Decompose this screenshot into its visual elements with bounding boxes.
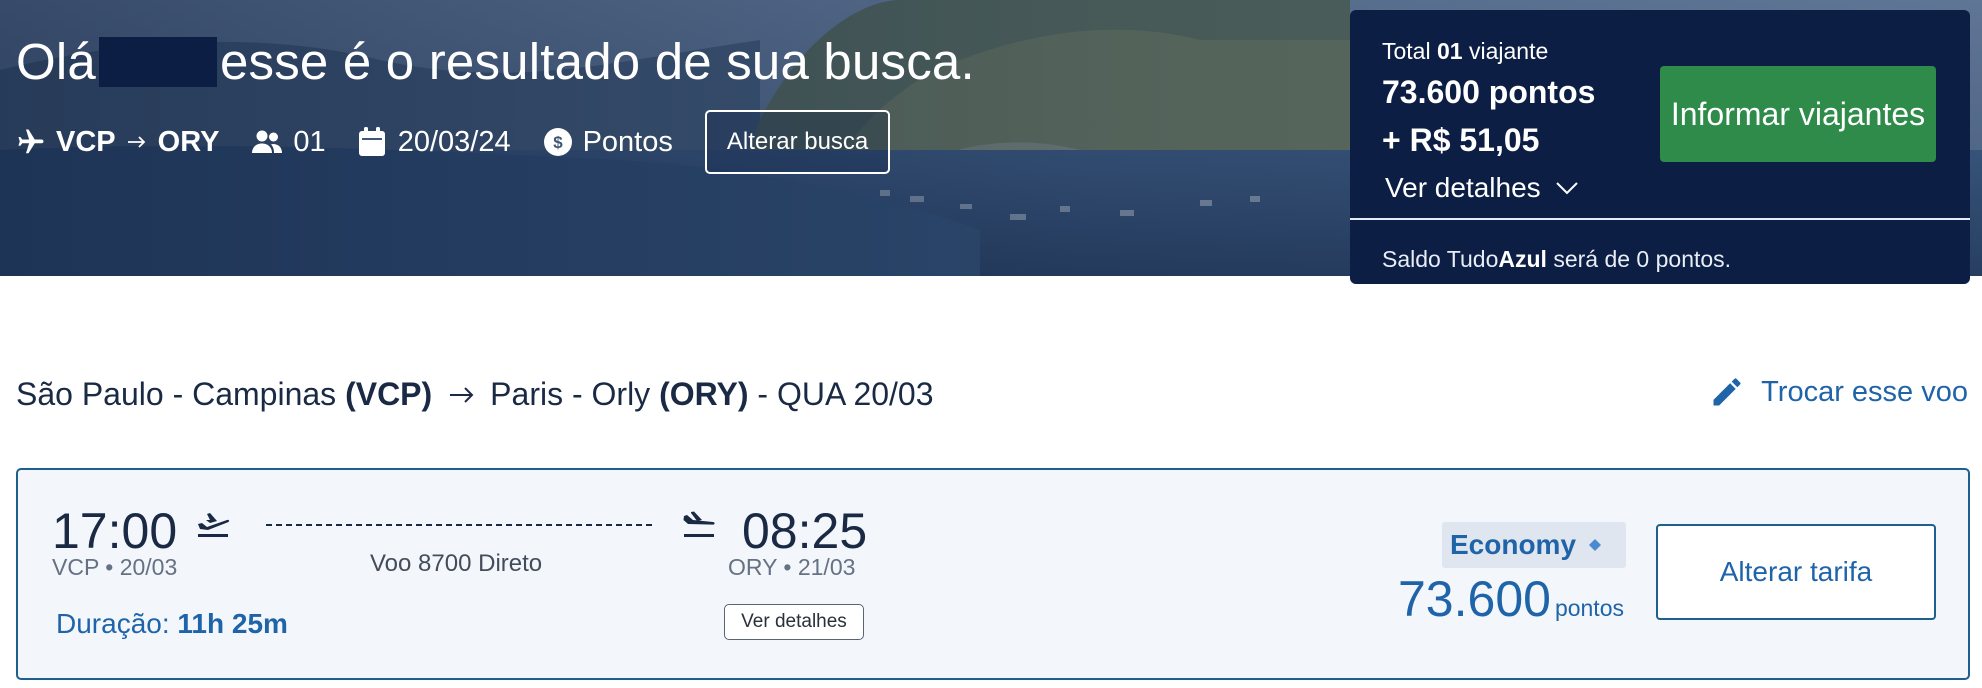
total-suffix: viajante (1468, 38, 1549, 64)
swap-flight-link[interactable]: Trocar esse voo (1709, 374, 1968, 410)
summary-divider (1350, 218, 1970, 220)
destination-code: ORY (157, 125, 220, 158)
flight-details-button[interactable]: Ver detalhes (724, 604, 864, 640)
route-arrow (448, 385, 476, 405)
saldo-prefix: Saldo Tudo (1382, 246, 1499, 272)
pencil-icon (1713, 378, 1741, 406)
arrow-right-icon (450, 386, 474, 403)
destination-city: Paris - Orly (490, 376, 651, 412)
calendar-icon (358, 127, 385, 156)
route-date: - QUA 20/03 (757, 376, 934, 412)
departure-time: 17:00 (52, 503, 178, 559)
duration-value: 11h 25m (177, 608, 288, 639)
airplane-icon (18, 129, 44, 154)
page-title: Olá esse é o resultado de sua busca. (16, 32, 975, 91)
price-unit: pontos (1554, 595, 1624, 621)
route-heading: São Paulo - Campinas (VCP) Paris - Orly … (16, 376, 934, 413)
route-summary: VCP ORY (16, 126, 219, 159)
flight-card[interactable]: 17:00 08:25 VCP • 20/03 Voo 8700 Direto … (16, 468, 1970, 680)
search-summary: VCP ORY 01 20/03/24 $ Pontos Alterar bus… (16, 110, 891, 174)
svg-text:$: $ (553, 133, 563, 152)
greeting-prefix: Olá (16, 33, 96, 90)
flight-number: Voo 8700 Direto (370, 550, 543, 577)
price-value: 73.600 (1398, 571, 1551, 627)
fare-class: Economy (1450, 529, 1577, 560)
fare-price: 73.600 pontos (1398, 570, 1624, 628)
total-prefix: Total (1382, 38, 1431, 64)
passenger-count: 01 (293, 125, 326, 158)
balance-note: Saldo TudoAzul será de 0 pontos. (1382, 246, 1731, 273)
duration-label: Duração: (56, 608, 170, 639)
search-date: 20/03/24 (397, 125, 511, 158)
origin-code: VCP (56, 125, 116, 158)
swap-flight-label: Trocar esse voo (1761, 375, 1968, 408)
alter-search-button[interactable]: Alterar busca (704, 110, 891, 174)
summary-details-label: Ver detalhes (1385, 172, 1541, 203)
total-travelers: Total 01 viajante (1382, 38, 1548, 65)
arrival-time: 08:25 (742, 503, 868, 559)
people-icon (252, 130, 283, 153)
takeoff-icon (198, 513, 230, 537)
landing-icon (683, 511, 715, 537)
coin-dollar-icon: $ (543, 128, 572, 156)
summary-details-toggle[interactable]: Ver detalhes (1385, 172, 1579, 204)
payment-type: Pontos (582, 125, 673, 158)
total-points: 73.600 pontos (1382, 74, 1596, 110)
origin-city: São Paulo - Campinas (16, 376, 337, 412)
inform-travelers-button[interactable]: Informar viajantes (1660, 66, 1936, 162)
departure-details: VCP • 20/03 (52, 554, 178, 580)
booking-summary-panel: Total 01 viajante 73.600 pontos + R$ 51,… (1350, 10, 1970, 284)
saldo-brand: Azul (1498, 246, 1547, 272)
greeting-suffix: esse é o resultado de sua busca. (219, 33, 975, 90)
payment-summary: $ Pontos (543, 126, 673, 159)
arrival-details: ORY • 21/03 (728, 554, 856, 580)
origin-code-bold: (VCP) (345, 376, 433, 412)
arrow-right-icon (127, 136, 145, 148)
change-fare-button[interactable]: Alterar tarifa (1656, 524, 1936, 620)
fare-class-badge: Economy (1442, 522, 1626, 568)
flight-duration: Duração: 11h 25m (56, 608, 288, 640)
diamond-icon (1589, 539, 1602, 551)
passengers-summary: 01 (251, 125, 326, 159)
date-summary: 20/03/24 (358, 126, 511, 159)
total-money: + R$ 51,05 (1382, 122, 1540, 158)
redacted-user-name (98, 37, 217, 87)
destination-code-bold: (ORY) (659, 376, 749, 412)
saldo-suffix: será de 0 pontos. (1553, 246, 1732, 272)
total-count: 01 (1436, 38, 1463, 64)
flight-path-line (266, 524, 652, 526)
chevron-down-icon (1555, 182, 1578, 195)
